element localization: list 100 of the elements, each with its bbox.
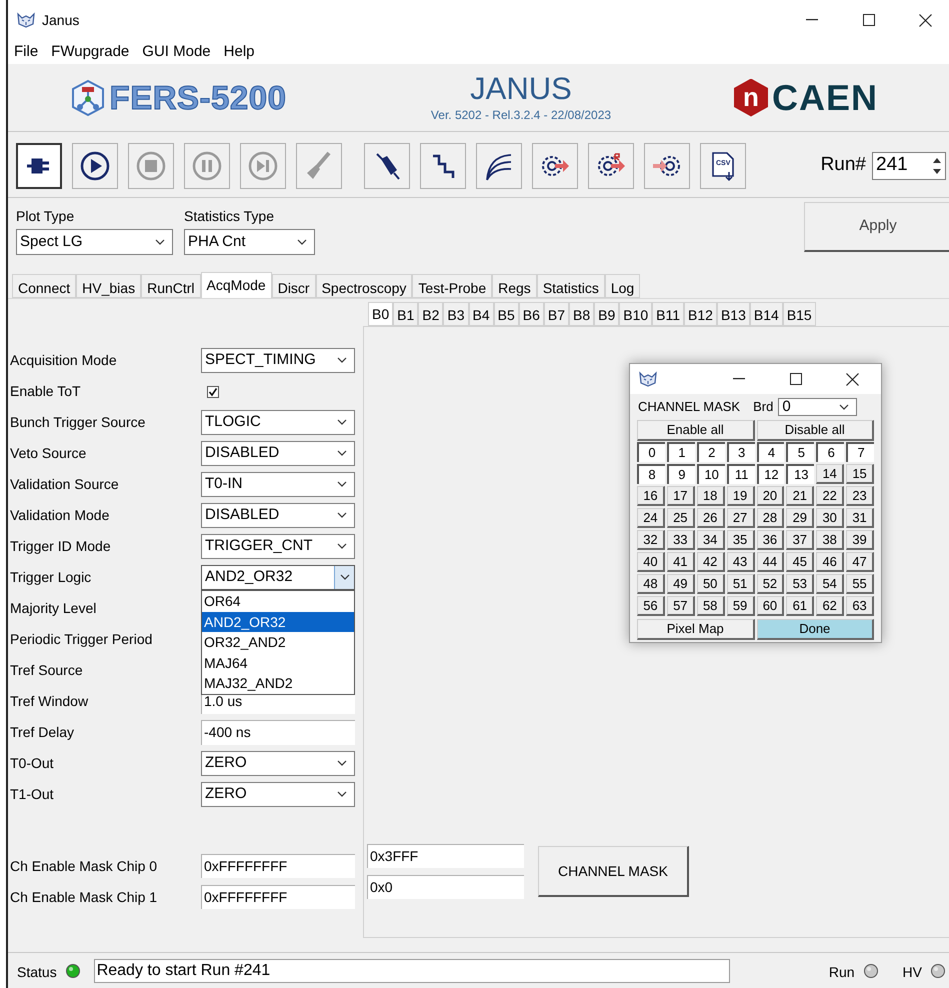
channel-toggle[interactable]: 23 <box>846 486 874 506</box>
channel-toggle[interactable]: 14 <box>816 464 844 484</box>
channel-toggle[interactable]: 33 <box>666 530 695 550</box>
channel-toggle[interactable]: 48 <box>637 574 665 594</box>
run-number-spinner[interactable]: 241 <box>872 152 946 180</box>
channel-toggle[interactable]: 18 <box>696 486 725 506</box>
channel-toggle[interactable]: 43 <box>726 552 754 572</box>
text-field[interactable]: 0x3FFF <box>367 844 524 868</box>
channel-toggle[interactable]: 19 <box>726 486 754 506</box>
board-tab[interactable]: B13 <box>716 302 750 326</box>
board-tab[interactable]: B2 <box>418 302 444 326</box>
apply-button[interactable]: Apply <box>804 202 949 252</box>
channel-toggle[interactable]: 47 <box>846 552 874 572</box>
dropdown[interactable]: T0-IN <box>201 472 355 497</box>
dropdown[interactable]: SPECT_TIMING <box>201 348 355 373</box>
channel-toggle[interactable]: 0 <box>637 442 665 462</box>
toolbar-button[interactable] <box>532 142 578 188</box>
toolbar-button[interactable] <box>16 142 62 188</box>
channel-toggle[interactable]: 42 <box>696 552 725 572</box>
channel-toggle[interactable]: 54 <box>816 574 844 594</box>
channel-toggle[interactable]: 1 <box>666 442 695 462</box>
tab[interactable]: Spectroscopy <box>316 274 412 298</box>
board-tab[interactable]: B12 <box>684 302 717 326</box>
checkbox[interactable] <box>207 386 219 398</box>
channel-toggle[interactable]: 5 <box>786 442 814 462</box>
channel-toggle[interactable]: 57 <box>666 596 695 616</box>
channel-toggle[interactable]: 20 <box>756 486 784 506</box>
menu-item[interactable]: File <box>14 40 38 64</box>
board-tab[interactable]: B6 <box>518 302 544 326</box>
dropdown[interactable]: TLOGIC <box>201 410 355 435</box>
channel-toggle[interactable]: 4 <box>756 442 784 462</box>
toolbar-button[interactable] <box>476 142 522 188</box>
toolbar-button[interactable] <box>364 142 410 188</box>
channel-toggle[interactable]: 41 <box>666 552 695 572</box>
tab[interactable]: AcqMode <box>200 272 272 298</box>
channel-toggle[interactable]: 53 <box>786 574 814 594</box>
channel-toggle[interactable]: 50 <box>696 574 725 594</box>
channel-toggle[interactable]: 36 <box>756 530 784 550</box>
board-tab[interactable]: B1 <box>393 302 418 326</box>
channel-toggle[interactable]: 46 <box>816 552 844 572</box>
channel-toggle[interactable]: 31 <box>846 508 874 528</box>
channel-toggle[interactable]: 3 <box>726 442 754 462</box>
tab[interactable]: RunCtrl <box>141 274 201 298</box>
board-tab[interactable]: B9 <box>594 302 620 326</box>
menu-item[interactable]: GUI Mode <box>142 40 211 64</box>
channel-toggle[interactable]: 35 <box>726 530 754 550</box>
dropdown-option[interactable]: OR64 <box>202 591 354 612</box>
channel-toggle[interactable]: 12 <box>756 464 784 484</box>
channel-toggle[interactable]: 30 <box>816 508 844 528</box>
channel-toggle[interactable]: 16 <box>637 486 665 506</box>
board-tab[interactable]: B5 <box>494 302 519 326</box>
board-tab[interactable]: B8 <box>569 302 594 326</box>
channel-toggle[interactable]: 28 <box>756 508 784 528</box>
channel-toggle[interactable]: 25 <box>666 508 695 528</box>
text-field[interactable]: 0x0 <box>367 875 524 899</box>
channel-toggle[interactable]: 2 <box>696 442 725 462</box>
channel-toggle[interactable]: 61 <box>786 596 814 616</box>
channel-toggle[interactable]: 39 <box>846 530 874 550</box>
dropdown-option[interactable]: MAJ64 <box>202 652 354 673</box>
channel-toggle[interactable]: 52 <box>756 574 784 594</box>
toolbar-button[interactable] <box>644 142 690 188</box>
menu-item[interactable]: FWupgrade <box>51 40 130 64</box>
channel-toggle[interactable]: 63 <box>846 596 874 616</box>
channel-toggle[interactable]: 44 <box>756 552 784 572</box>
toolbar-button[interactable] <box>588 142 634 188</box>
dropdown-option[interactable]: AND2_OR32 <box>202 612 354 632</box>
text-field[interactable]: 0xFFFFFFFF <box>201 854 355 878</box>
text-field[interactable]: -400 ns <box>201 720 355 745</box>
board-tab[interactable]: B4 <box>468 302 494 326</box>
tab[interactable]: Discr <box>272 274 316 298</box>
channel-toggle[interactable]: 51 <box>726 574 754 594</box>
dropdown[interactable]: ZERO <box>201 782 355 807</box>
dropdown[interactable]: AND2_OR32 <box>201 565 355 590</box>
channel-toggle[interactable]: 22 <box>816 486 844 506</box>
board-tab[interactable]: B11 <box>652 302 684 326</box>
dropdown-option[interactable]: OR32_AND2 <box>202 632 354 652</box>
board-tab[interactable]: B14 <box>750 302 783 326</box>
tab[interactable]: Regs <box>492 274 537 298</box>
dropdown[interactable]: TRIGGER_CNT <box>201 534 355 559</box>
toolbar-button[interactable] <box>420 142 466 188</box>
channel-toggle[interactable]: 11 <box>726 464 754 484</box>
channel-toggle[interactable]: 55 <box>846 574 874 594</box>
dropdown[interactable]: DISABLED <box>201 441 355 466</box>
channel-toggle[interactable]: 62 <box>816 596 844 616</box>
toolbar-button[interactable] <box>72 142 118 188</box>
board-tab[interactable]: B0 <box>368 302 394 326</box>
board-tab[interactable]: B3 <box>443 302 468 326</box>
tab[interactable]: Statistics <box>536 274 605 298</box>
channel-toggle[interactable]: 29 <box>786 508 814 528</box>
board-tab[interactable]: B7 <box>544 302 569 326</box>
board-tab[interactable]: B10 <box>619 302 652 326</box>
dropdown[interactable]: ZERO <box>201 751 355 776</box>
channel-toggle[interactable]: 24 <box>637 508 665 528</box>
dialog-button[interactable]: Done <box>756 619 874 640</box>
channel-toggle[interactable]: 59 <box>726 596 754 616</box>
dropdown[interactable]: DISABLED <box>201 503 355 528</box>
channel-toggle[interactable]: 6 <box>816 442 844 462</box>
menu-item[interactable]: Help <box>224 40 254 64</box>
channel-toggle[interactable]: 27 <box>726 508 754 528</box>
dialog-button[interactable]: Enable all <box>637 420 754 441</box>
